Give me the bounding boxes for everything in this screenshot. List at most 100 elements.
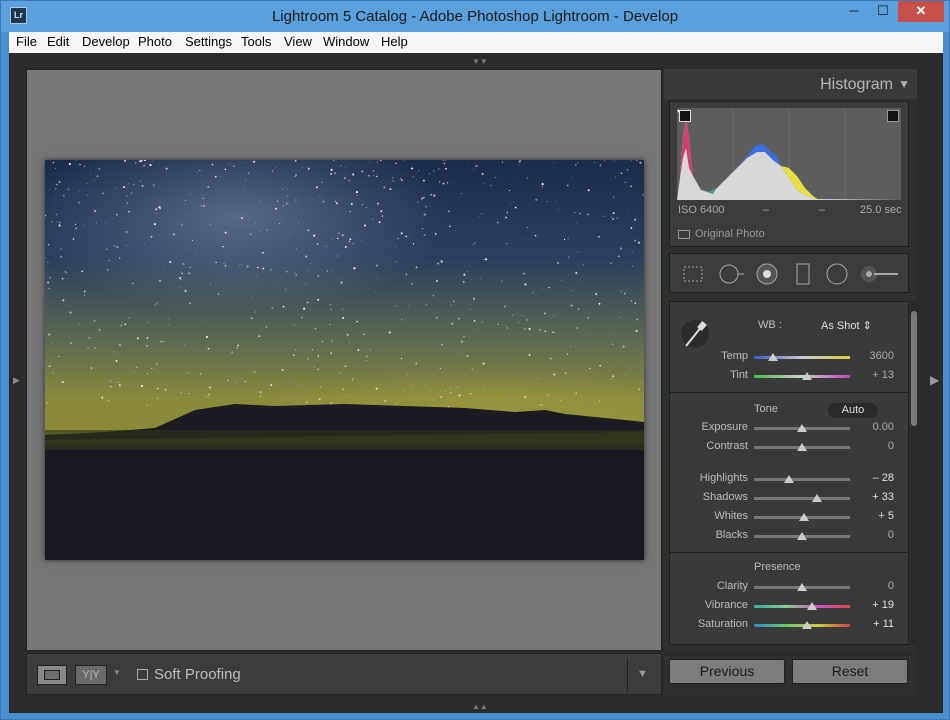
star [546, 200, 548, 203]
star [169, 260, 172, 263]
night-sky-photo[interactable] [45, 160, 644, 560]
histogram-graph[interactable] [677, 108, 901, 200]
reset-button[interactable]: Reset [792, 659, 908, 684]
menu-develop[interactable]: Develop [82, 34, 130, 49]
contrast-value[interactable]: 0 [854, 440, 894, 452]
graduated-filter-icon[interactable] [790, 261, 816, 287]
saturation-value[interactable]: + 11 [854, 618, 894, 630]
shadows-slider[interactable] [754, 497, 850, 500]
highlights-value[interactable]: – 28 [854, 472, 894, 484]
adjustment-brush-icon[interactable] [860, 261, 900, 287]
wb-dropdown[interactable]: As Shot ⇕ [821, 319, 872, 332]
panel-scrollbar-thumb[interactable] [911, 311, 917, 426]
menu-help[interactable]: Help [381, 34, 408, 49]
loupe-view-button[interactable] [37, 665, 67, 685]
soft-proofing-checkbox[interactable] [137, 669, 148, 680]
star [620, 290, 622, 292]
shadows-slider-thumb[interactable] [812, 494, 823, 502]
star [262, 267, 265, 270]
star [88, 336, 91, 339]
star [282, 305, 285, 308]
star [422, 179, 425, 182]
star [316, 243, 319, 246]
star [349, 238, 352, 241]
blacks-slider-thumb[interactable] [797, 532, 807, 540]
previous-button[interactable]: Previous [669, 659, 785, 684]
crop-icon[interactable] [680, 261, 706, 287]
menu-view[interactable]: View [284, 34, 312, 49]
star [355, 191, 358, 194]
white-balance-picker-icon[interactable] [680, 318, 710, 350]
title-bar: Lr Lightroom 5 Catalog - Adobe Photoshop… [1, 1, 949, 32]
star [366, 207, 368, 209]
star [603, 215, 605, 217]
minimize-icon[interactable]: ─ [839, 1, 869, 22]
exposure-slider-thumb[interactable] [797, 424, 807, 432]
star [549, 357, 552, 360]
star [51, 343, 53, 345]
star [506, 242, 508, 245]
star [437, 262, 440, 265]
radial-filter-icon[interactable] [824, 261, 850, 287]
menu-window[interactable]: Window [323, 34, 369, 49]
highlights-slider[interactable] [754, 478, 850, 481]
contrast-slider-thumb[interactable] [797, 443, 807, 451]
whites-slider-thumb[interactable] [798, 513, 809, 521]
highlights-slider-thumb[interactable] [783, 475, 794, 483]
menu-file[interactable]: File [16, 34, 37, 49]
saturation-slider-thumb[interactable] [801, 621, 812, 629]
histogram-header[interactable]: Histogram ▼ [664, 69, 917, 99]
maximize-icon[interactable]: ☐ [869, 1, 897, 22]
star [257, 266, 259, 269]
histogram-title: Histogram [820, 76, 893, 93]
filmstrip-toggle-icon[interactable]: ▲▲ [472, 702, 488, 711]
star [199, 169, 201, 171]
original-photo-checkbox[interactable] [678, 230, 690, 239]
star [422, 196, 425, 199]
star [236, 382, 237, 384]
menu-edit[interactable]: Edit [47, 34, 69, 49]
compare-dropdown-icon[interactable]: ▼ [113, 668, 121, 677]
star [209, 386, 211, 389]
blacks-value[interactable]: 0 [854, 529, 894, 541]
highlight-clipping-indicator[interactable] [887, 110, 899, 122]
tint-value[interactable]: + 13 [854, 369, 894, 381]
toolbar-options-icon[interactable]: ▼ [637, 668, 648, 680]
temp-value[interactable]: 3600 [854, 350, 894, 362]
whites-value[interactable]: + 5 [854, 510, 894, 522]
menu-settings[interactable]: Settings [185, 34, 232, 49]
red-eye-icon[interactable] [754, 261, 780, 287]
left-panel-toggle-icon[interactable]: ▶ [13, 375, 20, 386]
right-panel-toggle-icon[interactable]: ▶ [930, 373, 939, 387]
top-panel-toggle-icon[interactable]: ▼▼ [472, 57, 488, 66]
star [441, 343, 444, 346]
shadows-value[interactable]: + 33 [854, 491, 894, 503]
tint-slider-thumb[interactable] [801, 372, 812, 380]
exposure-value[interactable]: 0.00 [854, 421, 894, 433]
vibrance-slider-thumb[interactable] [806, 602, 817, 610]
clarity-value[interactable]: 0 [854, 580, 894, 592]
star [207, 347, 210, 350]
star [397, 238, 399, 240]
star [506, 327, 509, 329]
collapse-histogram-icon[interactable]: ▼ [898, 77, 910, 91]
temp-slider-thumb[interactable] [768, 353, 779, 361]
star [544, 330, 547, 333]
image-canvas[interactable] [26, 69, 662, 651]
panel-scrollbar[interactable] [911, 301, 917, 645]
menu-photo[interactable]: Photo [138, 34, 172, 49]
vibrance-slider[interactable] [754, 605, 850, 608]
star [415, 362, 418, 365]
compare-view-button[interactable]: Y|Y [75, 665, 107, 685]
star [56, 221, 58, 222]
auto-tone-button[interactable]: Auto [828, 403, 878, 418]
menu-tools[interactable]: Tools [241, 34, 271, 49]
spot-removal-icon[interactable] [718, 261, 744, 287]
close-icon[interactable]: ✕ [898, 1, 944, 22]
star [342, 308, 344, 310]
clarity-slider-thumb[interactable] [797, 583, 807, 591]
shadow-clipping-indicator[interactable] [679, 110, 691, 122]
star [244, 380, 246, 383]
star [105, 222, 107, 224]
vibrance-value[interactable]: + 19 [854, 599, 894, 611]
